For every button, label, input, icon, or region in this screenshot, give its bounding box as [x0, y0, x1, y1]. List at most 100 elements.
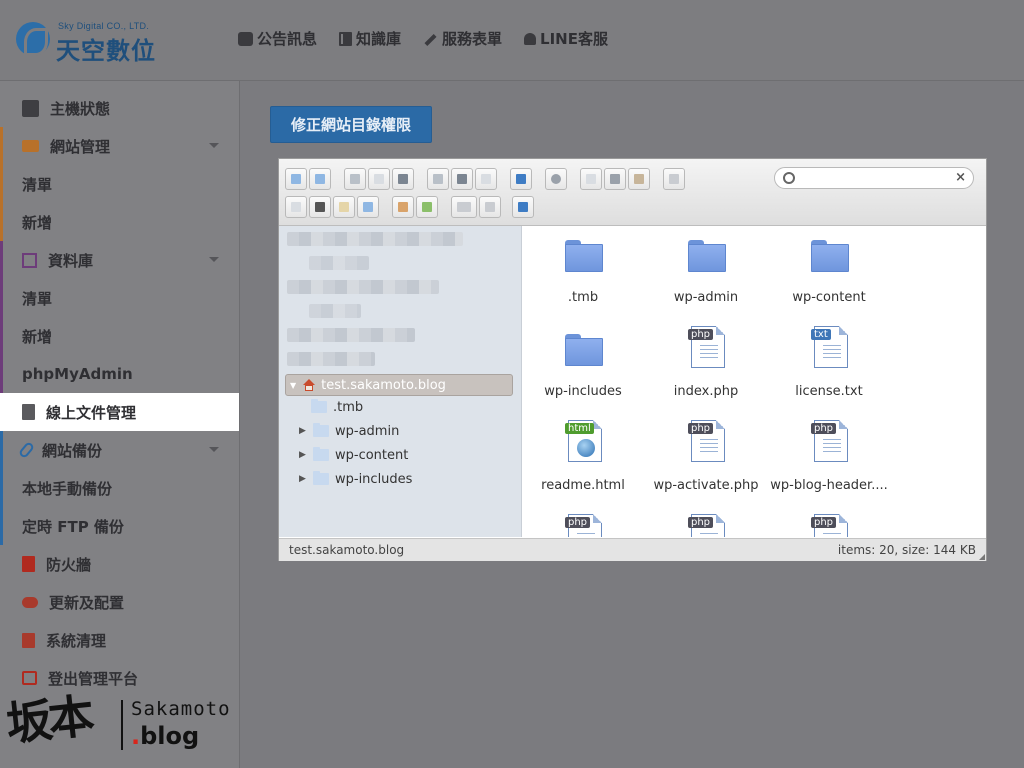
- dashboard-icon: [22, 99, 39, 117]
- help-button[interactable]: [512, 196, 534, 218]
- tree-item-wp-includes[interactable]: ▶ wp-includes: [299, 468, 412, 490]
- rename-icon: [315, 202, 325, 212]
- sidebar-item-website-backup[interactable]: 網站備份: [0, 431, 239, 469]
- tree-item-wp-content[interactable]: ▶ wp-content: [299, 444, 408, 466]
- open-icon: [433, 174, 443, 184]
- nav-line-support[interactable]: LINE客服: [524, 28, 608, 49]
- sidebar-item-database[interactable]: 資料庫: [0, 241, 239, 279]
- info-button[interactable]: [510, 168, 532, 190]
- file-item-folder[interactable]: wp-admin: [647, 226, 765, 316]
- sidebar-item-host-status[interactable]: 主機狀態: [0, 89, 239, 127]
- file-item-txt[interactable]: txt license.txt: [770, 320, 888, 410]
- php-file-icon: php: [811, 420, 848, 462]
- file-item-html[interactable]: html readme.html: [524, 414, 642, 504]
- sidebar-item-label: 線上文件管理: [46, 403, 137, 422]
- file-grid: .tmb wp-admin wp-content wp-includes php…: [522, 226, 986, 537]
- archive-button[interactable]: [416, 196, 438, 218]
- preview-button[interactable]: [545, 168, 567, 190]
- watermark: 坂本 Sakamoto .blog: [0, 680, 240, 768]
- new-file-button[interactable]: [368, 168, 390, 190]
- sidebar-item-ftp-backup[interactable]: 定時 FTP 備份: [0, 507, 239, 545]
- back-button[interactable]: [285, 168, 307, 190]
- chevron-right-icon[interactable]: ▶: [299, 426, 309, 436]
- nav-service-forms[interactable]: 服務表單: [423, 28, 502, 49]
- home-icon: [350, 174, 360, 184]
- sidebar-item-website-management[interactable]: 網站管理: [0, 127, 239, 165]
- chevron-down-icon: ▼: [290, 380, 297, 390]
- file-item-php[interactable]: php index.php: [647, 320, 765, 410]
- sidebar-item-firewall[interactable]: 防火牆: [0, 545, 239, 583]
- sidebar-item-label: 定時 FTP 備份: [22, 517, 124, 536]
- website-icon: [22, 140, 39, 152]
- file-item-folder[interactable]: wp-includes: [524, 320, 642, 410]
- paperclip-icon: [17, 440, 36, 460]
- resize-button[interactable]: [357, 196, 379, 218]
- resize-icon: [363, 202, 373, 212]
- file-name: .tmb: [567, 290, 599, 305]
- watermark-divider: [121, 700, 123, 750]
- download-button[interactable]: [451, 168, 473, 190]
- nav-knowledge-base[interactable]: 知識庫: [339, 28, 401, 49]
- sidebar-item-db-list[interactable]: 清單: [0, 279, 239, 317]
- blurred-volume-child: [309, 304, 361, 318]
- delete-button[interactable]: [663, 168, 685, 190]
- chevron-down-icon: [209, 447, 219, 457]
- file-item-folder[interactable]: wp-content: [770, 226, 888, 316]
- chevron-right-icon[interactable]: ▶: [299, 474, 309, 484]
- sidebar-item-update-config[interactable]: 更新及配置: [0, 583, 239, 621]
- eye-icon: [551, 174, 561, 184]
- home-button[interactable]: [344, 168, 366, 190]
- search-box[interactable]: ×: [774, 167, 974, 189]
- file-item-folder[interactable]: .tmb: [524, 226, 642, 316]
- chevron-right-icon[interactable]: ▶: [299, 450, 309, 460]
- sidebar-item-phpmyadmin[interactable]: phpMyAdmin: [0, 355, 239, 393]
- sidebar-item-website-add[interactable]: 新增: [0, 203, 239, 241]
- sidebar-item-label: 防火牆: [46, 555, 92, 574]
- select-button[interactable]: [475, 168, 497, 190]
- nav-announcements[interactable]: 公告訊息: [238, 28, 317, 49]
- sidebar-item-local-backup[interactable]: 本地手動備份: [0, 469, 239, 507]
- file-name: index.php: [673, 384, 739, 399]
- save-button[interactable]: [392, 168, 414, 190]
- tree-root-label: test.sakamoto.blog: [321, 377, 446, 393]
- sidebar-item-online-files[interactable]: 線上文件管理: [0, 393, 239, 431]
- watermark-top-text: Sakamoto: [131, 698, 231, 720]
- bell-icon: [524, 32, 537, 45]
- tree-item-label: .tmb: [333, 399, 364, 415]
- copy-button[interactable]: [580, 168, 602, 190]
- sidebar-item-label: 主機狀態: [50, 99, 111, 118]
- sidebar-item-label: 清單: [22, 175, 53, 194]
- file-item-php[interactable]: php wp-blog-header....: [770, 414, 888, 504]
- fix-permissions-button[interactable]: 修正網站目錄權限: [270, 106, 432, 143]
- file-item-php[interactable]: php: [770, 508, 888, 537]
- folder-icon: [313, 447, 329, 461]
- file-item-php[interactable]: php: [524, 508, 642, 537]
- resize-grip-icon[interactable]: [979, 554, 985, 560]
- paste-button[interactable]: [628, 168, 650, 190]
- file-item-php[interactable]: php: [647, 508, 765, 537]
- clipboard-icon: [22, 556, 35, 572]
- cut-button[interactable]: [604, 168, 626, 190]
- sidebar-item-system-cleanup[interactable]: 系統清理: [0, 621, 239, 659]
- watermark-dot: .: [131, 722, 141, 750]
- file-item-php[interactable]: php wp-activate.php: [647, 414, 765, 504]
- tree-item-wp-admin[interactable]: ▶ wp-admin: [299, 420, 399, 442]
- clear-search-icon[interactable]: ×: [955, 170, 966, 185]
- edit-button[interactable]: [333, 196, 355, 218]
- company-logo[interactable]: Sky Digital CO., LTD. 天空數位: [16, 21, 186, 65]
- tree-item-tmb[interactable]: .tmb: [311, 396, 363, 418]
- view-list-button[interactable]: [479, 196, 501, 218]
- extract-button[interactable]: [392, 196, 414, 218]
- sidebar-item-website-list[interactable]: 清單: [0, 165, 239, 203]
- chat-icon: [238, 31, 253, 46]
- file-name: license.txt: [795, 384, 863, 399]
- view-icons-button[interactable]: [451, 196, 477, 218]
- sidebar-item-db-add[interactable]: 新增: [0, 317, 239, 355]
- tree-root-item[interactable]: ▼ test.sakamoto.blog: [285, 374, 513, 396]
- duplicate-button[interactable]: [285, 196, 307, 218]
- forward-button[interactable]: [309, 168, 331, 190]
- status-info: items: 20, size: 144 KB: [837, 543, 976, 557]
- open-button[interactable]: [427, 168, 449, 190]
- file-name: wp-content: [792, 290, 866, 305]
- rename-button[interactable]: [309, 196, 331, 218]
